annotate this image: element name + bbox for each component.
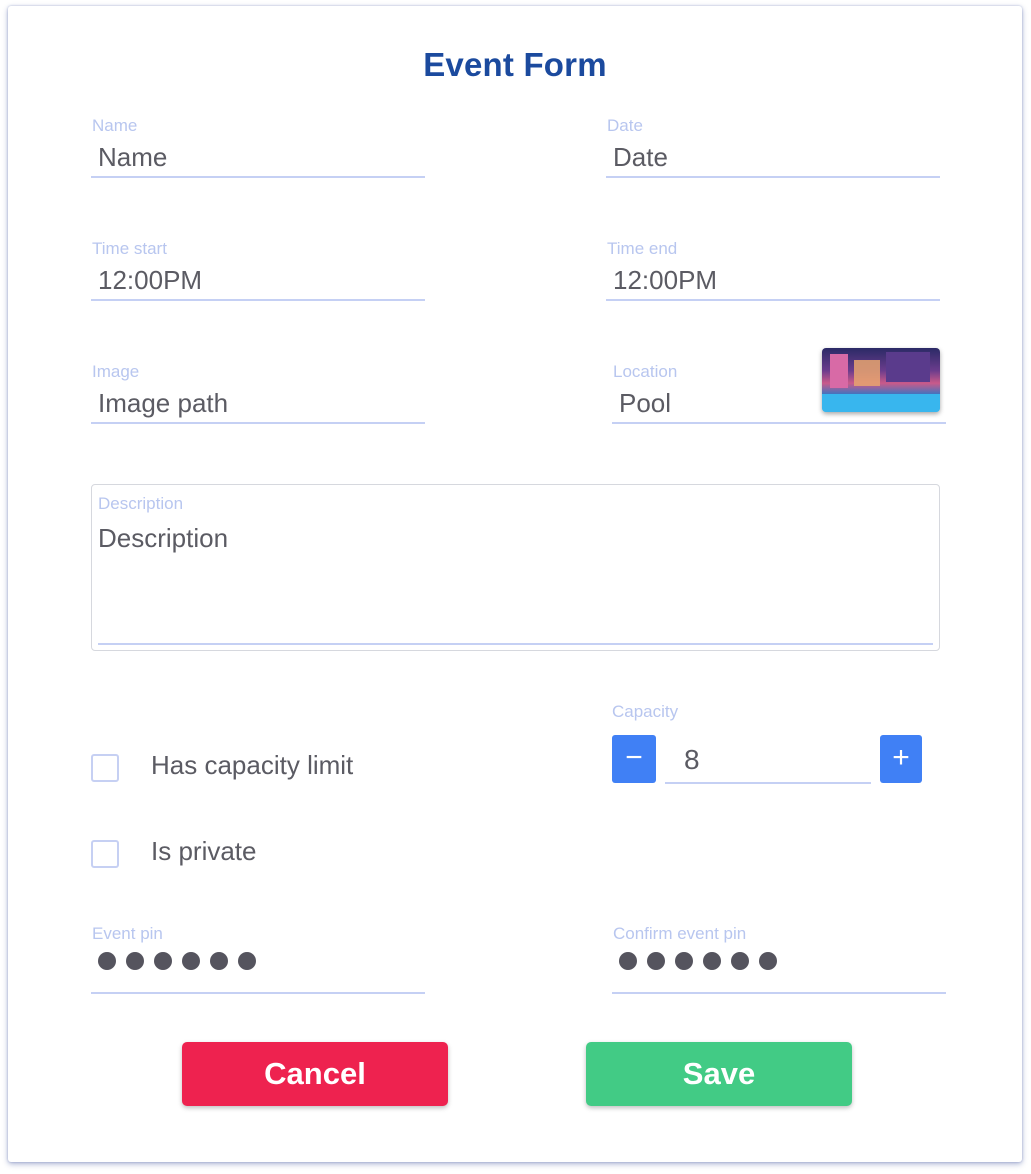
image-underline (91, 422, 425, 424)
time-end-underline (606, 299, 940, 301)
pin-mask-dot (619, 952, 637, 970)
description-label: Description (98, 494, 184, 513)
date-input[interactable]: Date (613, 142, 668, 173)
time-end-field[interactable]: Time end 12:00PM (606, 239, 940, 301)
date-field[interactable]: Date Date (606, 116, 940, 178)
confirm-event-pin-label: Confirm event pin (613, 924, 747, 943)
pin-mask-dot (238, 952, 256, 970)
date-underline (606, 176, 940, 178)
time-start-input[interactable]: 12:00PM (98, 265, 202, 296)
time-start-field[interactable]: Time start 12:00PM (91, 239, 425, 301)
capacity-label: Capacity (612, 702, 679, 721)
time-start-underline (91, 299, 425, 301)
description-underline (98, 643, 933, 645)
pin-mask-dot (647, 952, 665, 970)
location-select[interactable]: Pool (619, 388, 671, 419)
is-private-checkbox[interactable] (91, 840, 119, 868)
event-form-card: Event Form Name Name Date Date Time star… (8, 6, 1022, 1162)
capacity-input[interactable]: 8 (684, 744, 700, 776)
confirm-event-pin-input[interactable] (619, 952, 777, 970)
location-underline (612, 422, 946, 424)
name-underline (91, 176, 425, 178)
event-pin-field[interactable]: Event pin (91, 924, 425, 994)
time-end-input[interactable]: 12:00PM (613, 265, 717, 296)
image-label: Image (92, 362, 140, 381)
name-field[interactable]: Name Name (91, 116, 425, 178)
image-field[interactable]: Image Image path (91, 362, 425, 424)
is-private-label: Is private (151, 836, 257, 866)
pin-mask-dot (731, 952, 749, 970)
time-end-label: Time end (607, 239, 678, 258)
name-label: Name (92, 116, 138, 135)
location-thumbnail (822, 348, 940, 412)
description-field[interactable]: Description Description (91, 484, 940, 651)
has-capacity-limit-checkbox[interactable] (91, 754, 119, 782)
pin-mask-dot (154, 952, 172, 970)
description-textarea[interactable]: Description (98, 523, 228, 554)
pin-mask-dot (210, 952, 228, 970)
confirm-event-pin-underline (612, 992, 946, 994)
image-path-input[interactable]: Image path (98, 388, 228, 419)
pin-mask-dot (98, 952, 116, 970)
capacity-increment-button[interactable]: + (880, 735, 922, 783)
capacity-underline (665, 782, 871, 784)
pin-mask-dot (182, 952, 200, 970)
confirm-event-pin-field[interactable]: Confirm event pin (612, 924, 946, 994)
pin-mask-dot (675, 952, 693, 970)
location-label: Location (613, 362, 678, 381)
form-title: Event Form (423, 46, 607, 83)
pin-mask-dot (703, 952, 721, 970)
name-input[interactable]: Name (98, 142, 167, 173)
cancel-button[interactable]: Cancel (182, 1042, 448, 1106)
pin-mask-dot (759, 952, 777, 970)
capacity-decrement-button[interactable]: − (612, 735, 656, 783)
event-pin-label: Event pin (92, 924, 163, 943)
has-capacity-limit-label: Has capacity limit (151, 750, 354, 780)
time-start-label: Time start (92, 239, 167, 258)
event-pin-underline (91, 992, 425, 994)
is-private-row[interactable]: Is private (91, 836, 331, 870)
save-button[interactable]: Save (586, 1042, 852, 1106)
pin-mask-dot (126, 952, 144, 970)
event-pin-input[interactable] (98, 952, 256, 970)
location-field[interactable]: Location Pool (612, 348, 946, 424)
date-label: Date (607, 116, 643, 135)
has-capacity-limit-row[interactable]: Has capacity limit (91, 750, 411, 784)
